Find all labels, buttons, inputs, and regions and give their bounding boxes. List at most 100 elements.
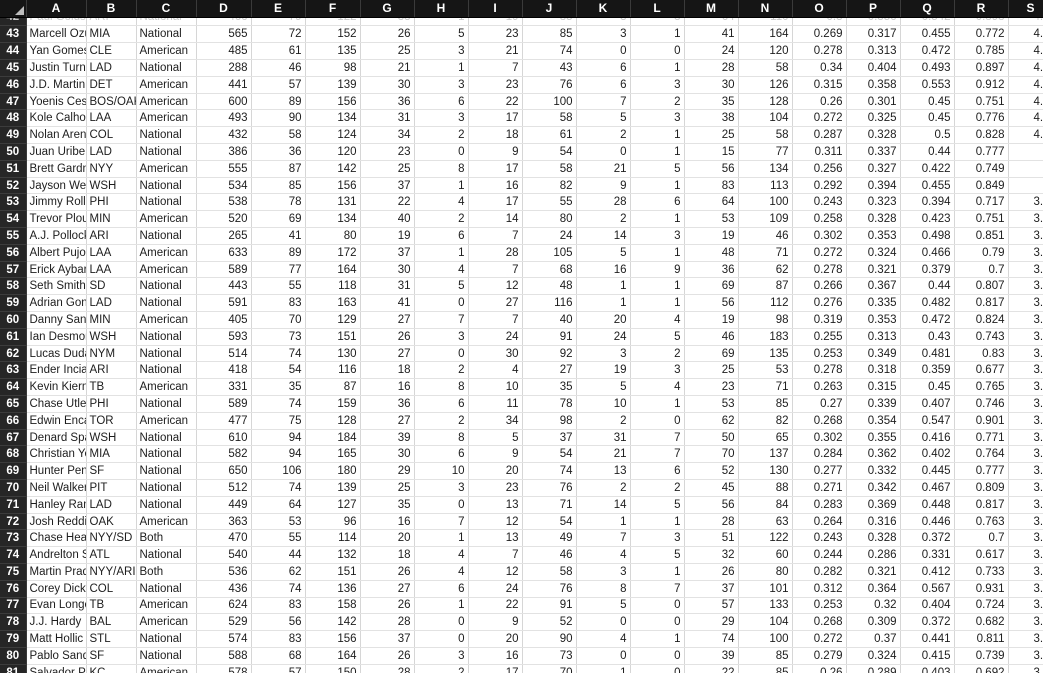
cell-R45[interactable]: 0.897 xyxy=(954,59,1009,77)
cell-C60[interactable]: American xyxy=(136,311,197,329)
cell-O44[interactable]: 0.278 xyxy=(792,42,847,61)
cell-S73[interactable]: 3.5 xyxy=(1008,529,1043,548)
table-row[interactable]: 75 Martin Prad NYY/ARI Both 536 62 151 26 4 12 58 3… xyxy=(0,563,1043,581)
cell-I79[interactable]: 20 xyxy=(468,630,523,648)
cell-E44[interactable]: 61 xyxy=(251,42,306,61)
cell-F78[interactable]: 142 xyxy=(305,613,361,632)
cell-D50[interactable]: 386 xyxy=(196,143,252,161)
cell-P65[interactable]: 0.339 xyxy=(846,395,901,413)
cell-R75[interactable]: 0.733 xyxy=(954,563,1009,581)
cell-L76[interactable]: 7 xyxy=(630,580,685,598)
cell-R54[interactable]: 0.751 xyxy=(954,210,1009,229)
cell-L47[interactable]: 2 xyxy=(630,93,685,111)
cell-H59[interactable]: 0 xyxy=(414,294,469,313)
cell-K47[interactable]: 7 xyxy=(576,93,631,111)
cell-S51[interactable]: 4 xyxy=(1008,160,1043,178)
row-header-74[interactable]: 74 xyxy=(0,546,27,564)
cell-G60[interactable]: 27 xyxy=(360,311,415,329)
cell-P68[interactable]: 0.362 xyxy=(846,445,901,464)
cell-E65[interactable]: 74 xyxy=(251,395,306,413)
cell-I43[interactable]: 23 xyxy=(468,26,523,44)
table-row[interactable]: 42 Paul Golds ARI National 466 79 122 33 1 19 85 3 3… xyxy=(0,17,1043,26)
cell-Q42[interactable]: 0.542 xyxy=(900,17,955,26)
cell-Q67[interactable]: 0.416 xyxy=(900,429,955,447)
cell-D71[interactable]: 449 xyxy=(196,496,252,514)
cell-K51[interactable]: 21 xyxy=(576,160,631,178)
cell-A57[interactable]: Erick Aybar xyxy=(26,261,87,279)
cell-C44[interactable]: American xyxy=(136,42,197,61)
cell-P70[interactable]: 0.342 xyxy=(846,479,901,497)
cell-A73[interactable]: Chase Head xyxy=(26,529,87,548)
cell-M60[interactable]: 19 xyxy=(684,311,739,329)
cell-N56[interactable]: 71 xyxy=(738,244,793,262)
cell-K79[interactable]: 4 xyxy=(576,630,631,648)
cell-Q51[interactable]: 0.422 xyxy=(900,160,955,178)
cell-A76[interactable]: Corey Dicke xyxy=(26,580,87,598)
cell-B46[interactable]: DET xyxy=(86,76,137,94)
cell-S77[interactable]: 3.4 xyxy=(1008,597,1043,615)
cell-H54[interactable]: 2 xyxy=(414,210,469,229)
cell-A49[interactable]: Nolan Aren xyxy=(26,126,87,145)
cell-O42[interactable]: 0.3 xyxy=(792,17,847,26)
cell-G73[interactable]: 20 xyxy=(360,529,415,548)
cell-P44[interactable]: 0.313 xyxy=(846,42,901,61)
cell-C56[interactable]: American xyxy=(136,244,197,262)
cell-K73[interactable]: 7 xyxy=(576,529,631,548)
cell-L73[interactable]: 3 xyxy=(630,529,685,548)
cell-R47[interactable]: 0.751 xyxy=(954,93,1009,111)
cell-B45[interactable]: LAD xyxy=(86,59,137,77)
table-row[interactable]: 69 Hunter Pen SF National 650 106 180 29 10 20 74 1… xyxy=(0,462,1043,481)
cell-I73[interactable]: 13 xyxy=(468,529,523,548)
cell-A52[interactable]: Jayson Wer xyxy=(26,177,87,195)
cell-K53[interactable]: 28 xyxy=(576,193,631,212)
cell-M52[interactable]: 83 xyxy=(684,177,739,195)
cell-P53[interactable]: 0.323 xyxy=(846,193,901,212)
cell-L75[interactable]: 1 xyxy=(630,563,685,581)
cell-G45[interactable]: 21 xyxy=(360,59,415,77)
cell-F67[interactable]: 184 xyxy=(305,429,361,447)
cell-A42[interactable]: Paul Golds xyxy=(26,17,87,26)
cell-G42[interactable]: 33 xyxy=(360,17,415,26)
cell-N64[interactable]: 71 xyxy=(738,378,793,397)
row-header-57[interactable]: 57 xyxy=(0,261,27,279)
cell-N77[interactable]: 133 xyxy=(738,597,793,615)
cell-G75[interactable]: 26 xyxy=(360,563,415,581)
cell-I81[interactable]: 17 xyxy=(468,664,523,673)
cell-S75[interactable]: 3.4 xyxy=(1008,563,1043,581)
cell-J55[interactable]: 24 xyxy=(522,227,577,245)
cell-J50[interactable]: 54 xyxy=(522,143,577,161)
cell-S56[interactable]: 3.9 xyxy=(1008,244,1043,262)
cell-L54[interactable]: 1 xyxy=(630,210,685,229)
cell-J80[interactable]: 73 xyxy=(522,647,577,665)
table-row[interactable]: 51 Brett Gardn NYY American 555 87 142 25 8 17 58 2… xyxy=(0,160,1043,178)
cell-G80[interactable]: 26 xyxy=(360,647,415,665)
cell-G50[interactable]: 23 xyxy=(360,143,415,161)
cell-H42[interactable]: 1 xyxy=(414,17,469,26)
cell-P48[interactable]: 0.325 xyxy=(846,109,901,128)
cell-Q74[interactable]: 0.331 xyxy=(900,546,955,564)
cell-K55[interactable]: 14 xyxy=(576,227,631,245)
cell-K60[interactable]: 20 xyxy=(576,311,631,329)
column-header-r[interactable]: R xyxy=(954,0,1009,18)
cell-N79[interactable]: 100 xyxy=(738,630,793,648)
cell-K81[interactable]: 1 xyxy=(576,664,631,673)
cell-B47[interactable]: BOS/OAK xyxy=(86,93,137,111)
cell-N52[interactable]: 113 xyxy=(738,177,793,195)
cell-J78[interactable]: 52 xyxy=(522,613,577,632)
cell-E57[interactable]: 77 xyxy=(251,261,306,279)
cell-P46[interactable]: 0.358 xyxy=(846,76,901,94)
cell-I51[interactable]: 17 xyxy=(468,160,523,178)
cell-K71[interactable]: 14 xyxy=(576,496,631,514)
column-header-o[interactable]: O xyxy=(792,0,847,18)
cell-N46[interactable]: 126 xyxy=(738,76,793,94)
cell-N71[interactable]: 84 xyxy=(738,496,793,514)
cell-H81[interactable]: 2 xyxy=(414,664,469,673)
cell-A61[interactable]: Ian Desmor xyxy=(26,328,87,346)
cell-M66[interactable]: 62 xyxy=(684,412,739,430)
cell-A70[interactable]: Neil Walker xyxy=(26,479,87,497)
cell-Q81[interactable]: 0.403 xyxy=(900,664,955,673)
cell-F53[interactable]: 131 xyxy=(305,193,361,212)
cell-K67[interactable]: 31 xyxy=(576,429,631,447)
cell-F56[interactable]: 172 xyxy=(305,244,361,262)
cell-G61[interactable]: 26 xyxy=(360,328,415,346)
